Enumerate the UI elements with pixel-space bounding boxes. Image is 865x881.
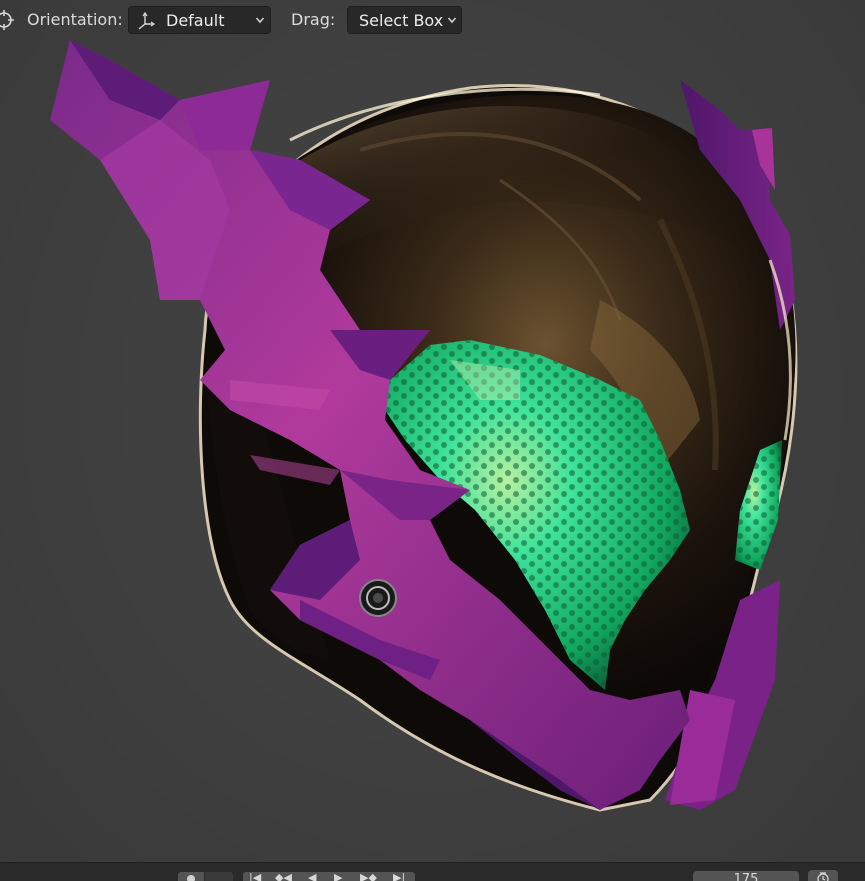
jump-start-icon[interactable]: |◀ — [249, 872, 261, 881]
keyframe-toggle-button[interactable] — [178, 872, 204, 881]
drag-dropdown[interactable]: Select Box — [347, 6, 462, 34]
3d-viewport[interactable]: Orientation: Default Drag: Select Box |◀… — [0, 0, 865, 881]
orientation-value: Default — [166, 11, 225, 30]
drag-value: Select Box — [359, 11, 444, 30]
play-reverse-icon[interactable]: ◀ — [308, 872, 316, 881]
play-icon[interactable]: ▶ — [334, 872, 342, 881]
playback-controls — [243, 872, 415, 881]
orientation-axes-icon — [138, 11, 156, 30]
drag-label: Drag: — [291, 10, 336, 29]
jump-keyframe-forward-icon[interactable]: ▶◆ — [360, 872, 377, 881]
viewport-header: Orientation: Default Drag: Select Box — [0, 0, 865, 40]
chevron-down-icon — [447, 17, 457, 24]
record-dot-icon — [187, 875, 195, 881]
clock-button[interactable] — [808, 870, 838, 881]
auto-keying-button[interactable] — [205, 872, 233, 881]
clock-icon — [817, 872, 829, 881]
transform-pivot-icon[interactable] — [0, 8, 16, 32]
current-frame-field[interactable]: 175 — [693, 871, 799, 881]
current-frame-value: 175 — [733, 872, 759, 881]
orientation-dropdown[interactable]: Default — [128, 6, 271, 34]
chevron-down-icon — [255, 17, 265, 24]
jump-keyframe-back-icon[interactable]: ◆◀ — [275, 872, 292, 881]
jump-end-icon[interactable]: ▶| — [393, 872, 405, 881]
orientation-label: Orientation: — [27, 10, 123, 29]
helmet-render — [50, 40, 798, 812]
